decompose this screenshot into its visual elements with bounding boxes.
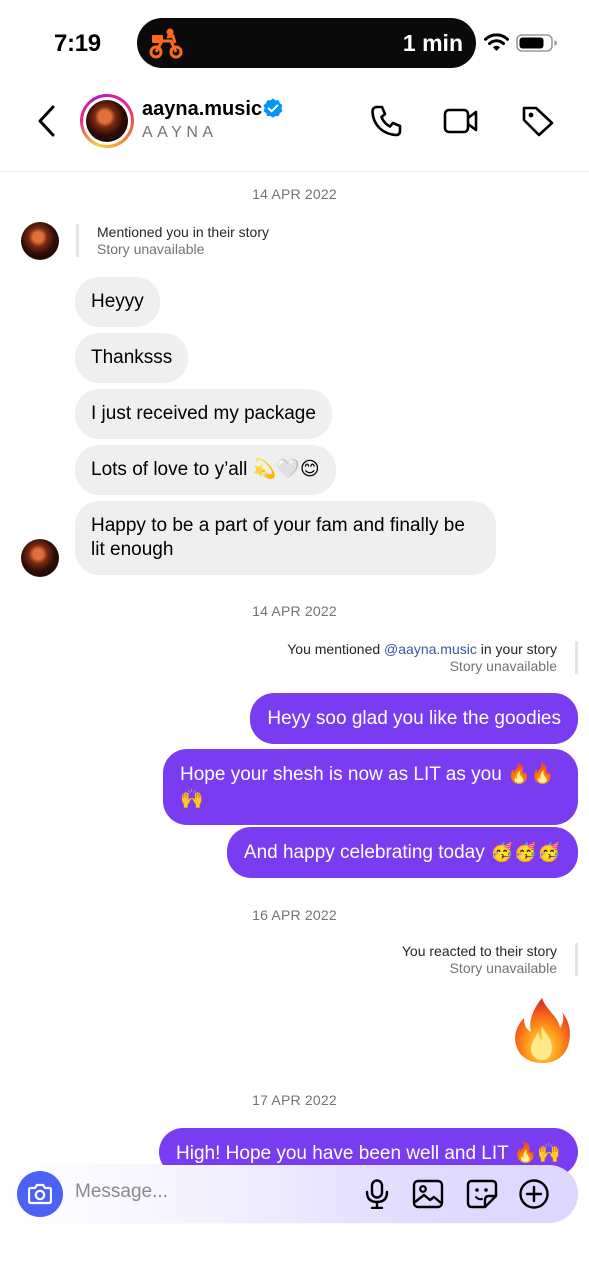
- story-mention-text: Mentioned you in their story: [97, 224, 269, 240]
- story-reaction-text: You reacted to their story: [401, 943, 557, 959]
- microphone-icon[interactable]: [361, 1179, 393, 1209]
- profile-avatar[interactable]: [80, 94, 134, 148]
- add-plus-icon[interactable]: [518, 1179, 550, 1209]
- phone-call-icon[interactable]: [369, 104, 405, 138]
- gallery-icon[interactable]: [412, 1179, 444, 1209]
- delivery-scooter-icon: [149, 28, 183, 59]
- outgoing-message[interactable]: Hope your shesh is now as LIT as you 🔥🔥 …: [163, 749, 578, 825]
- story-unavailable-text: Story unavailable: [449, 960, 557, 976]
- outgoing-message[interactable]: Heyy soo glad you like the goodies: [250, 693, 578, 744]
- status-bar: 7:19 1 min: [0, 0, 589, 86]
- camera-icon: [28, 1183, 52, 1205]
- incoming-message[interactable]: Lots of love to y’all 💫🤍😊: [75, 445, 336, 495]
- video-call-icon[interactable]: [443, 104, 479, 138]
- profile-fullname: AAYNA: [142, 124, 218, 141]
- status-time: 7:19: [54, 30, 101, 57]
- dynamic-island[interactable]: 1 min: [137, 18, 476, 68]
- back-chevron-icon[interactable]: [34, 104, 62, 138]
- tag-icon[interactable]: [520, 104, 556, 138]
- message-input[interactable]: [75, 1181, 335, 1203]
- story-mention-outgoing[interactable]: You mentioned @aayna.music in your story…: [287, 641, 578, 674]
- avatar-photo: [86, 100, 128, 142]
- sticker-icon[interactable]: [466, 1179, 498, 1209]
- incoming-message[interactable]: I just received my package: [75, 389, 332, 439]
- fire-reaction-icon[interactable]: [512, 996, 572, 1064]
- date-separator: 17 APR 2022: [252, 1092, 337, 1108]
- verified-badge-icon: [263, 98, 283, 118]
- date-separator: 16 APR 2022: [252, 907, 337, 923]
- story-mention-text: You mentioned @aayna.music in your story: [287, 641, 557, 657]
- story-unavailable-text: Story unavailable: [449, 658, 557, 674]
- outgoing-message[interactable]: And happy celebrating today 🥳🥳🥳: [226, 827, 578, 878]
- mention-link[interactable]: @aayna.music: [384, 641, 477, 657]
- sender-avatar[interactable]: [21, 222, 59, 260]
- story-mention-incoming[interactable]: Mentioned you in their story Story unava…: [76, 224, 269, 257]
- incoming-message[interactable]: Heyyy: [75, 277, 160, 327]
- incoming-message[interactable]: Thanksss: [75, 333, 189, 383]
- date-separator: 14 APR 2022: [252, 186, 337, 202]
- date-separator: 14 APR 2022: [252, 603, 337, 619]
- activity-duration: 1 min: [402, 30, 463, 56]
- incoming-message[interactable]: Happy to be a part of your fam and final…: [75, 501, 496, 575]
- sender-avatar[interactable]: [21, 539, 59, 577]
- chat-header: aayna.music AAYNA: [0, 86, 589, 172]
- story-unavailable-text: Story unavailable: [97, 241, 205, 257]
- story-reaction[interactable]: You reacted to their story Story unavail…: [402, 943, 578, 976]
- message-composer: [11, 1165, 578, 1223]
- camera-button[interactable]: [17, 1171, 63, 1217]
- wifi-icon: [484, 33, 509, 51]
- profile-username[interactable]: aayna.music: [142, 98, 262, 121]
- battery-icon: [516, 34, 557, 52]
